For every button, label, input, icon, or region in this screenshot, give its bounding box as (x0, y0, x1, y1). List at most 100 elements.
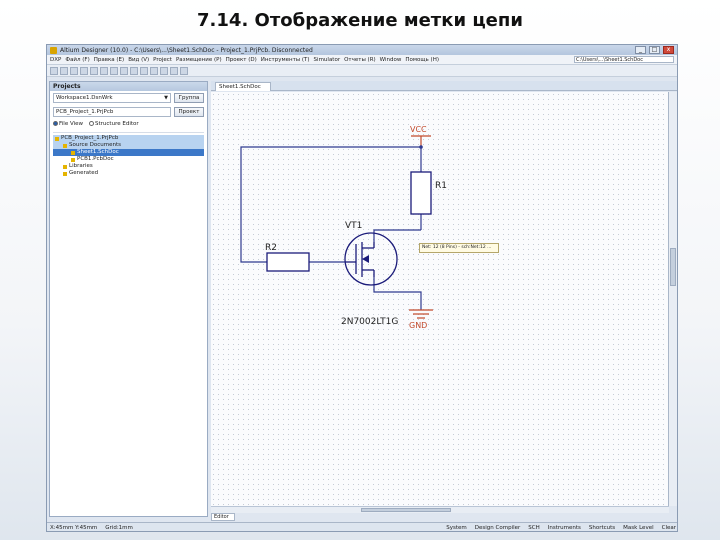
toolbar (47, 65, 677, 77)
menu-file[interactable]: Файл (F) (65, 57, 89, 63)
menu-simulator[interactable]: Simulator (314, 57, 341, 63)
net-label-icon[interactable] (140, 66, 148, 75)
cursor-coordinates: X:45mm Y:45mm (50, 524, 98, 531)
folder-icon (71, 150, 75, 155)
transistor-arrow (362, 255, 369, 263)
tree-item-label: PCB1.PcbDoc (77, 156, 114, 162)
tree-item-label: Libraries (69, 163, 93, 169)
tree-item[interactable]: Source Documents (53, 142, 204, 149)
resistor-r1 (410, 171, 432, 215)
minimize-button[interactable]: _ (635, 46, 646, 54)
menu-project[interactable]: Project (153, 57, 172, 63)
project-field[interactable]: PCB_Project_1.PrjPcb (53, 107, 171, 117)
undo-icon[interactable] (100, 66, 108, 75)
tree-item[interactable]: Libraries (53, 163, 204, 170)
zoom-icon[interactable] (90, 66, 98, 75)
power-port-icon[interactable] (150, 66, 158, 75)
document-path-field[interactable]: C:\Users\...\Sheet1.SchDoc (574, 56, 674, 63)
horizontal-scrollbar[interactable] (211, 506, 669, 513)
bus-icon[interactable] (130, 66, 138, 75)
tree-item[interactable]: PCB_Project_1.PrjPcb (53, 135, 204, 142)
tree-item-label: Generated (69, 170, 99, 176)
folder-icon (63, 164, 67, 169)
projects-panel: Projects Workspace1.DsnWrk ▼ Группа PCB_… (49, 81, 208, 517)
vertical-scrollbar[interactable] (669, 92, 677, 506)
workspace-combo[interactable]: Workspace1.DsnWrk ▼ (53, 93, 171, 103)
menu-help[interactable]: Помощь (H) (405, 57, 439, 63)
vcc-label: VCC (410, 125, 427, 134)
gnd-label: GND (409, 321, 427, 330)
menu-edit[interactable]: Правка (E) (94, 57, 124, 63)
radio-on-icon (53, 121, 58, 126)
status-design-compiler[interactable]: Design Compiler (475, 525, 521, 531)
folder-icon (63, 171, 67, 176)
folder-icon (71, 157, 75, 162)
tree-item-label: Source Documents (69, 142, 121, 148)
workspace-button[interactable]: Группа (174, 93, 204, 103)
window-title: Altium Designer (10.0) - C:\Users\...\Sh… (60, 46, 313, 54)
close-button[interactable]: x (663, 46, 674, 54)
tree-item[interactable]: Sheet1.SchDoc (53, 149, 204, 156)
resistor-r2 (266, 252, 310, 272)
transistor-body (344, 232, 398, 286)
wire-source-gnd (373, 277, 422, 310)
sheet-tab-editor[interactable]: Editor (211, 513, 235, 521)
workspace-combo-value: Workspace1.DsnWrk (56, 95, 113, 101)
project-field-value: PCB_Project_1.PrjPcb (56, 109, 114, 115)
title-bar: Altium Designer (10.0) - C:\Users\...\Sh… (47, 45, 677, 55)
menu-place[interactable]: Размещение (P) (176, 57, 222, 63)
project-tree: PCB_Project_1.PrjPcb Source Documents Shee… (53, 132, 204, 177)
projects-panel-header: Projects (50, 82, 207, 91)
status-clear[interactable]: Clear (662, 525, 676, 531)
radio-file-view[interactable]: File View (53, 121, 83, 127)
menu-bar: DXP Файл (F) Правка (E) Вид (V) Project … (47, 55, 677, 65)
document-tab-bar: Sheet1.SchDoc (211, 81, 677, 91)
maximize-button[interactable]: □ (649, 46, 660, 54)
new-icon[interactable] (50, 66, 58, 75)
project-button[interactable]: Проект (174, 107, 204, 117)
radio-structure-editor[interactable]: Structure Editor (89, 121, 139, 127)
menu-dxp[interactable]: DXP (50, 57, 61, 63)
print-icon[interactable] (80, 66, 88, 75)
status-shortcuts[interactable]: Shortcuts (589, 525, 615, 531)
tree-item-label: PCB_Project_1.PrjPcb (61, 135, 119, 141)
status-instruments[interactable]: Instruments (548, 525, 581, 531)
menu-design[interactable]: Проект (D) (226, 57, 257, 63)
slide-title: 7.14. Отображение метки цепи (197, 10, 523, 31)
r1-label: R1 (435, 181, 447, 191)
vt1-label: VT1 (345, 221, 362, 231)
status-system[interactable]: System (446, 525, 467, 531)
menu-tools[interactable]: Инструменты (T) (261, 57, 310, 63)
wire-icon[interactable] (120, 66, 128, 75)
altium-window: Altium Designer (10.0) - C:\Users\...\Sh… (46, 44, 678, 532)
ground-port-icon[interactable] (160, 66, 168, 75)
tree-item-label: Sheet1.SchDoc (77, 149, 119, 155)
net-tooltip: Net: 12 (8 Pins) - sch:Net:12 ... (419, 243, 499, 253)
menu-reports[interactable]: Отчеты (R) (344, 57, 376, 63)
status-sch[interactable]: SCH (528, 525, 539, 531)
open-icon[interactable] (60, 66, 68, 75)
part-icon[interactable] (170, 66, 178, 75)
grid-size: Grid:1mm (105, 524, 133, 531)
wire-drain-connect (373, 229, 421, 242)
status-bar: X:45mm Y:45mm Grid:1mm System Design Com… (47, 522, 677, 531)
sheet-symbol-icon[interactable] (180, 66, 188, 75)
save-icon[interactable] (70, 66, 78, 75)
transistor-part-label: 2N7002LT1G (341, 317, 398, 327)
menu-window[interactable]: Window (380, 57, 402, 63)
tree-item[interactable]: PCB1.PcbDoc (53, 156, 204, 163)
tab-sheet1[interactable]: Sheet1.SchDoc (215, 82, 271, 91)
status-mask-level[interactable]: Mask Level (623, 525, 653, 531)
folder-icon (55, 136, 59, 141)
app-logo-icon (50, 46, 57, 54)
r2-label: R2 (265, 243, 277, 253)
vertical-scroll-thumb[interactable] (670, 248, 676, 286)
schematic-drawing: VCC GND R1 R2 VT1 2N7002LT1G (240, 125, 447, 330)
tree-item[interactable]: Generated (53, 170, 204, 177)
redo-icon[interactable] (110, 66, 118, 75)
folder-icon (63, 143, 67, 148)
radio-off-icon (89, 121, 95, 126)
schematic-canvas[interactable]: VCC GND R1 R2 VT1 2N7002LT1G (211, 92, 669, 506)
horizontal-scroll-thumb[interactable] (361, 508, 451, 512)
menu-view[interactable]: Вид (V) (128, 57, 149, 63)
